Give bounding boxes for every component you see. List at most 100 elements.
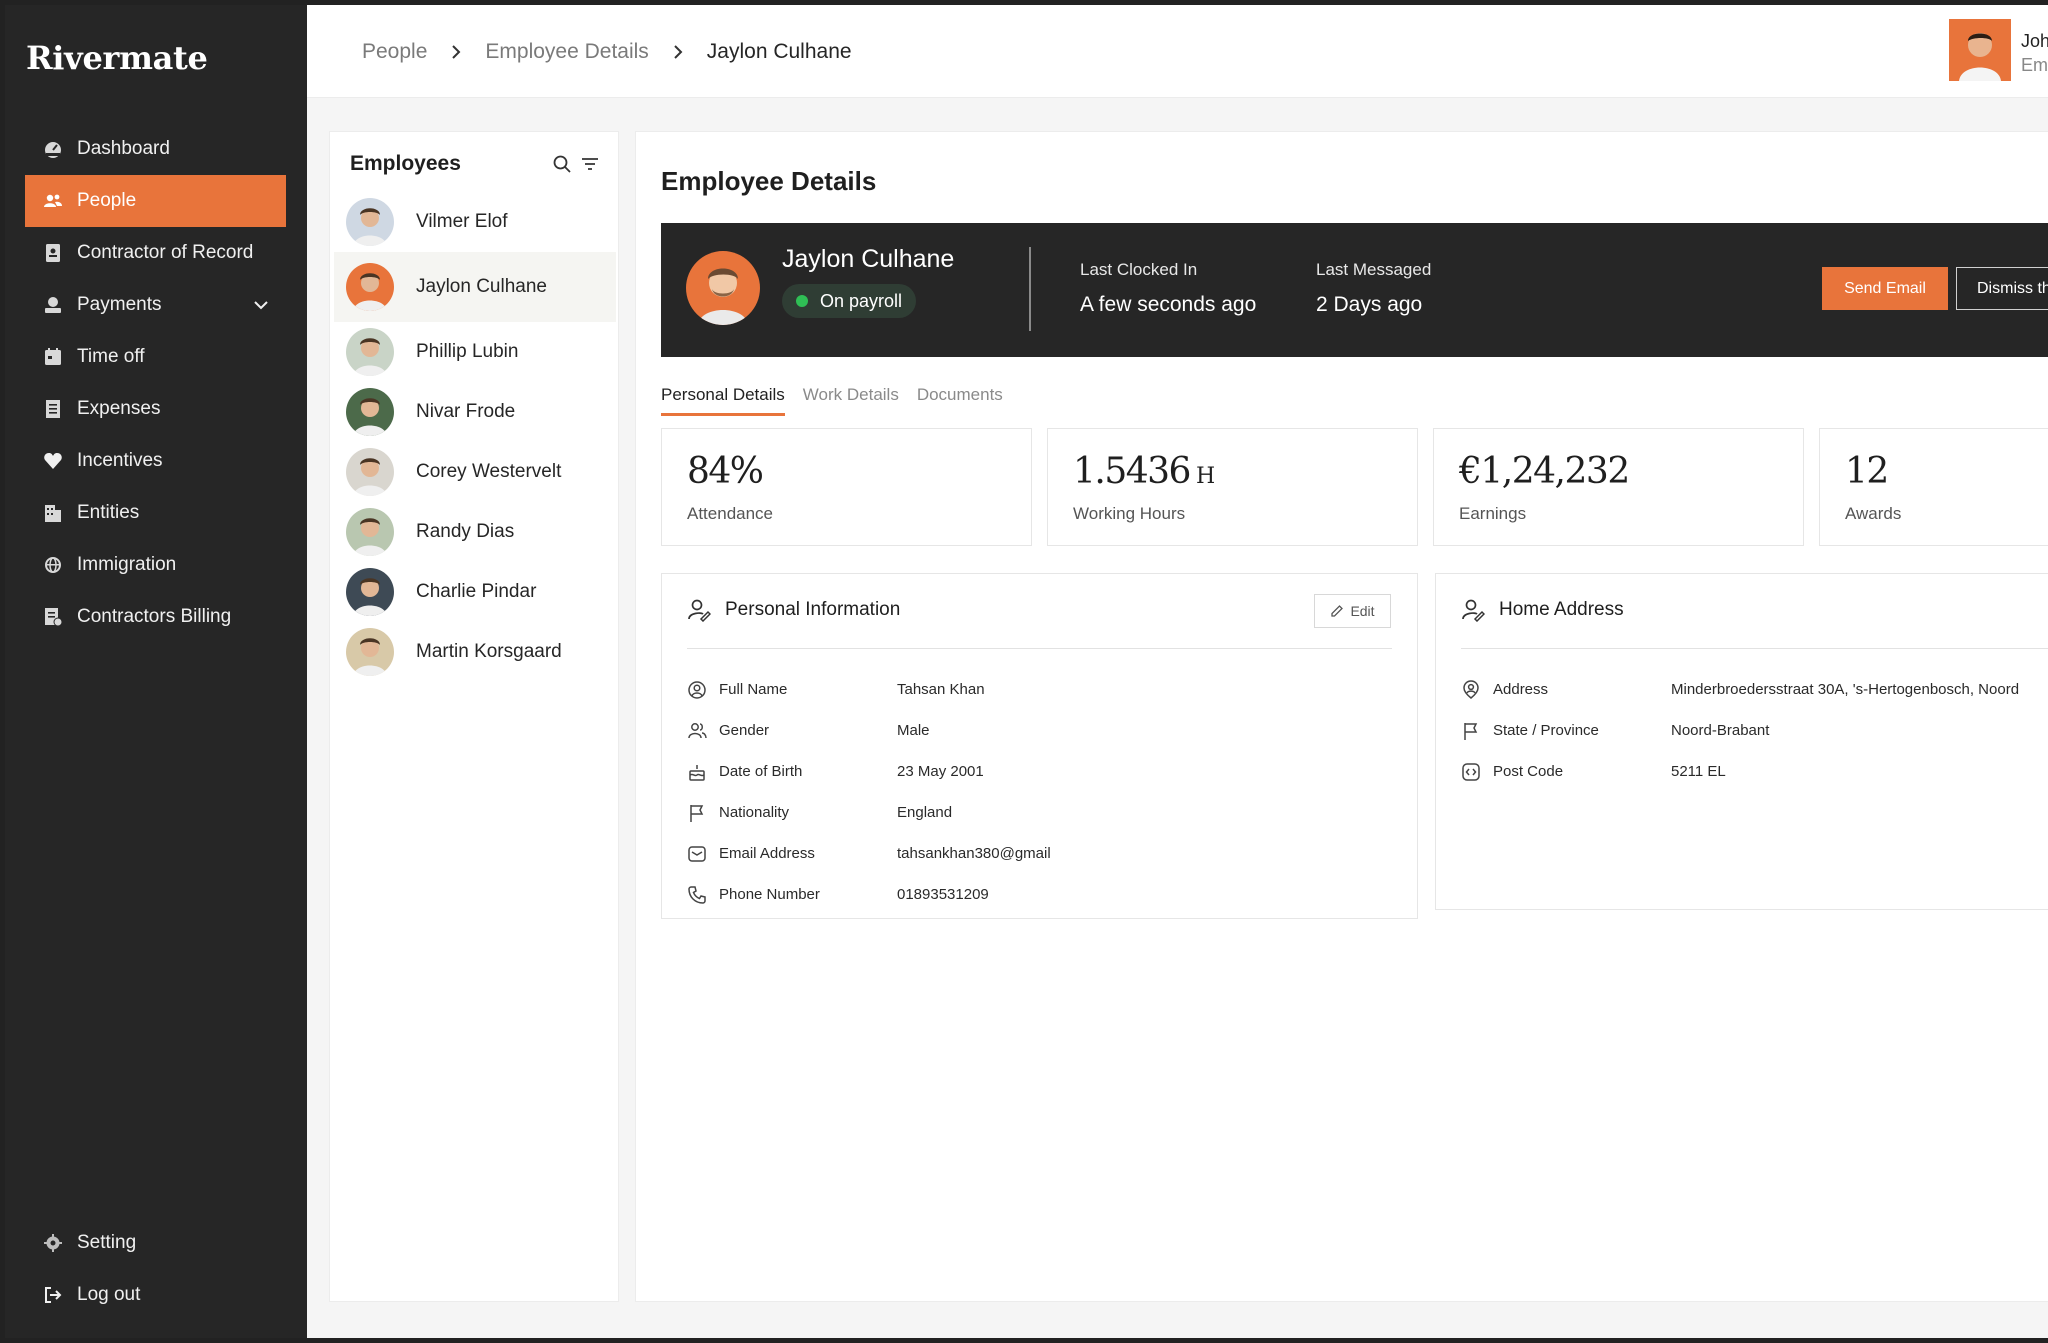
avatar: [346, 448, 394, 496]
employee-name: Jaylon Culhane: [782, 245, 955, 273]
personal-information-card: Personal Information Edit Full Name Tahsa…: [661, 573, 1418, 919]
sidebar-item-expenses[interactable]: Expenses: [25, 383, 286, 435]
employee-name: Nivar Frode: [416, 401, 516, 422]
mail-icon: [687, 844, 707, 864]
send-email-button[interactable]: Send Email: [1822, 267, 1948, 310]
user-name: Joh: [2021, 31, 2048, 51]
sidebar-item-label: Incentives: [77, 450, 163, 471]
stat-label: Earnings: [1459, 504, 1527, 523]
info-value: tahsankhan380@gmail: [897, 845, 1051, 862]
page-title: Employee Details: [661, 166, 877, 196]
sidebar-item-contractors-billing[interactable]: Contractors Billing: [25, 591, 286, 643]
tab-work-details[interactable]: Work Details: [803, 385, 899, 416]
section-title: Personal Information: [687, 598, 900, 622]
edit-button[interactable]: Edit: [1314, 594, 1391, 628]
last-messaged-label: Last Messaged: [1316, 260, 1432, 279]
avatar: [346, 263, 394, 311]
sidebar-item-label: Setting: [77, 1232, 137, 1253]
top-bar: People Employee Details Jaylon Culhane J…: [307, 5, 2048, 98]
employee-list-item[interactable]: Charlie Pindar: [334, 562, 616, 622]
employee-name: Corey Westervelt: [416, 461, 562, 482]
employee-list-item[interactable]: Randy Dias: [334, 502, 616, 562]
info-row: Full Name Tahsan Khan: [687, 669, 1051, 710]
sidebar-item-logout[interactable]: Log out: [25, 1269, 286, 1321]
user-role: Em: [2021, 55, 2048, 75]
user-meta[interactable]: Joh Em: [2021, 29, 2048, 77]
employee-banner: Jaylon Culhane On payroll Last Clocked I…: [661, 223, 2048, 357]
stat-label: Attendance: [687, 504, 774, 523]
info-label: Nationality: [719, 804, 790, 821]
info-value: Male: [897, 722, 930, 739]
employees-title: Employees: [350, 152, 461, 175]
sidebar-nav: Dashboard People Contractor of Record Pa…: [25, 123, 286, 643]
employee-list-item[interactable]: Nivar Frode: [334, 382, 616, 442]
info-row: Post Code 5211 EL: [1461, 751, 2019, 792]
employee-name: Phillip Lubin: [416, 341, 519, 362]
location-user-icon: [1461, 679, 1481, 700]
avatar: [686, 251, 760, 325]
info-label: Full Name: [719, 681, 788, 698]
employees-tools: [552, 154, 600, 179]
sidebar-item-people[interactable]: People: [25, 175, 286, 227]
info-label: Post Code: [1493, 763, 1564, 780]
sidebar-item-dashboard[interactable]: Dashboard: [25, 123, 286, 175]
info-row: Email Address tahsankhan380@gmail: [687, 833, 1051, 874]
breadcrumb-current: Jaylon Culhane: [706, 40, 852, 63]
info-value: England: [897, 804, 953, 821]
info-row: State / Province Noord-Brabant: [1461, 710, 2019, 751]
sidebar-item-incentives[interactable]: Incentives: [25, 435, 286, 487]
info-label: Gender: [719, 722, 770, 739]
sidebar-item-label: Dashboard: [77, 138, 170, 159]
phone-icon: [687, 885, 707, 905]
sidebar-bottom: Setting Log out: [25, 1217, 286, 1321]
stat-value: 12: [1845, 451, 1889, 492]
filter-icon[interactable]: [580, 154, 600, 179]
sidebar-item-contractor-of-record[interactable]: Contractor of Record: [25, 227, 286, 279]
info-value: Minderbroedersstraat 30A, 's-Hertogenbos…: [1671, 681, 2020, 698]
employee-list-item[interactable]: Phillip Lubin: [334, 322, 616, 382]
payments-icon: [43, 295, 63, 315]
sidebar-item-time-off[interactable]: Time off: [25, 331, 286, 383]
info-label: Address: [1493, 681, 1549, 698]
personal-info-rows: Full Name Tahsan Khan Gender Male Date of Bi…: [687, 669, 1051, 915]
sidebar-item-label: Log out: [77, 1284, 141, 1305]
employee-name: Randy Dias: [416, 521, 515, 542]
code-icon: [1461, 762, 1481, 782]
chevron-down-icon[interactable]: [252, 296, 270, 320]
employee-list-item[interactable]: Jaylon Culhane: [334, 252, 616, 322]
stat-card-earnings: €1,24,232 Earnings: [1433, 428, 1804, 546]
dismiss-button[interactable]: Dismiss th: [1956, 267, 2048, 310]
sidebar-item-immigration[interactable]: Immigration: [25, 539, 286, 591]
sidebar-item-label: Entities: [77, 502, 140, 523]
employee-list-item[interactable]: Vilmer Elof: [334, 192, 616, 252]
users-icon: [687, 721, 707, 741]
sidebar-item-label: Time off: [77, 346, 145, 367]
last-clocked-label: Last Clocked In: [1080, 260, 1198, 279]
section-title-text: Home Address: [1499, 599, 1624, 620]
section-title-text: Personal Information: [725, 599, 901, 620]
sidebar: Rivermate Dashboard People Contractor of…: [5, 5, 307, 1338]
avatar: [346, 388, 394, 436]
employee-list-item[interactable]: Corey Westervelt: [334, 442, 616, 502]
info-row: Gender Male: [687, 710, 1051, 751]
sidebar-item-payments[interactable]: Payments: [25, 279, 286, 331]
tab-personal-details[interactable]: Personal Details: [661, 385, 785, 416]
breadcrumb-employee-details[interactable]: Employee Details: [485, 40, 648, 64]
breadcrumb-people[interactable]: People: [362, 40, 427, 64]
tab-documents[interactable]: Documents: [917, 385, 1003, 416]
info-value: Tahsan Khan: [897, 681, 985, 698]
sidebar-item-label: Payments: [77, 294, 162, 315]
brand-logo[interactable]: Rivermate: [26, 39, 208, 77]
stat-number: 1.5436: [1073, 451, 1191, 492]
last-clocked-value: A few seconds ago: [1080, 293, 1257, 316]
sidebar-item-setting[interactable]: Setting: [25, 1217, 286, 1269]
search-icon[interactable]: [552, 154, 572, 179]
avatar[interactable]: [1949, 19, 2011, 81]
info-label: Date of Birth: [719, 763, 803, 780]
logout-icon: [43, 1285, 63, 1305]
sidebar-item-entities[interactable]: Entities: [25, 487, 286, 539]
chevron-right-icon: [671, 44, 685, 60]
stat-value: 84%: [687, 451, 764, 492]
employee-list-item[interactable]: Martin Korsgaard: [334, 622, 616, 682]
status-dot-icon: [796, 295, 808, 307]
